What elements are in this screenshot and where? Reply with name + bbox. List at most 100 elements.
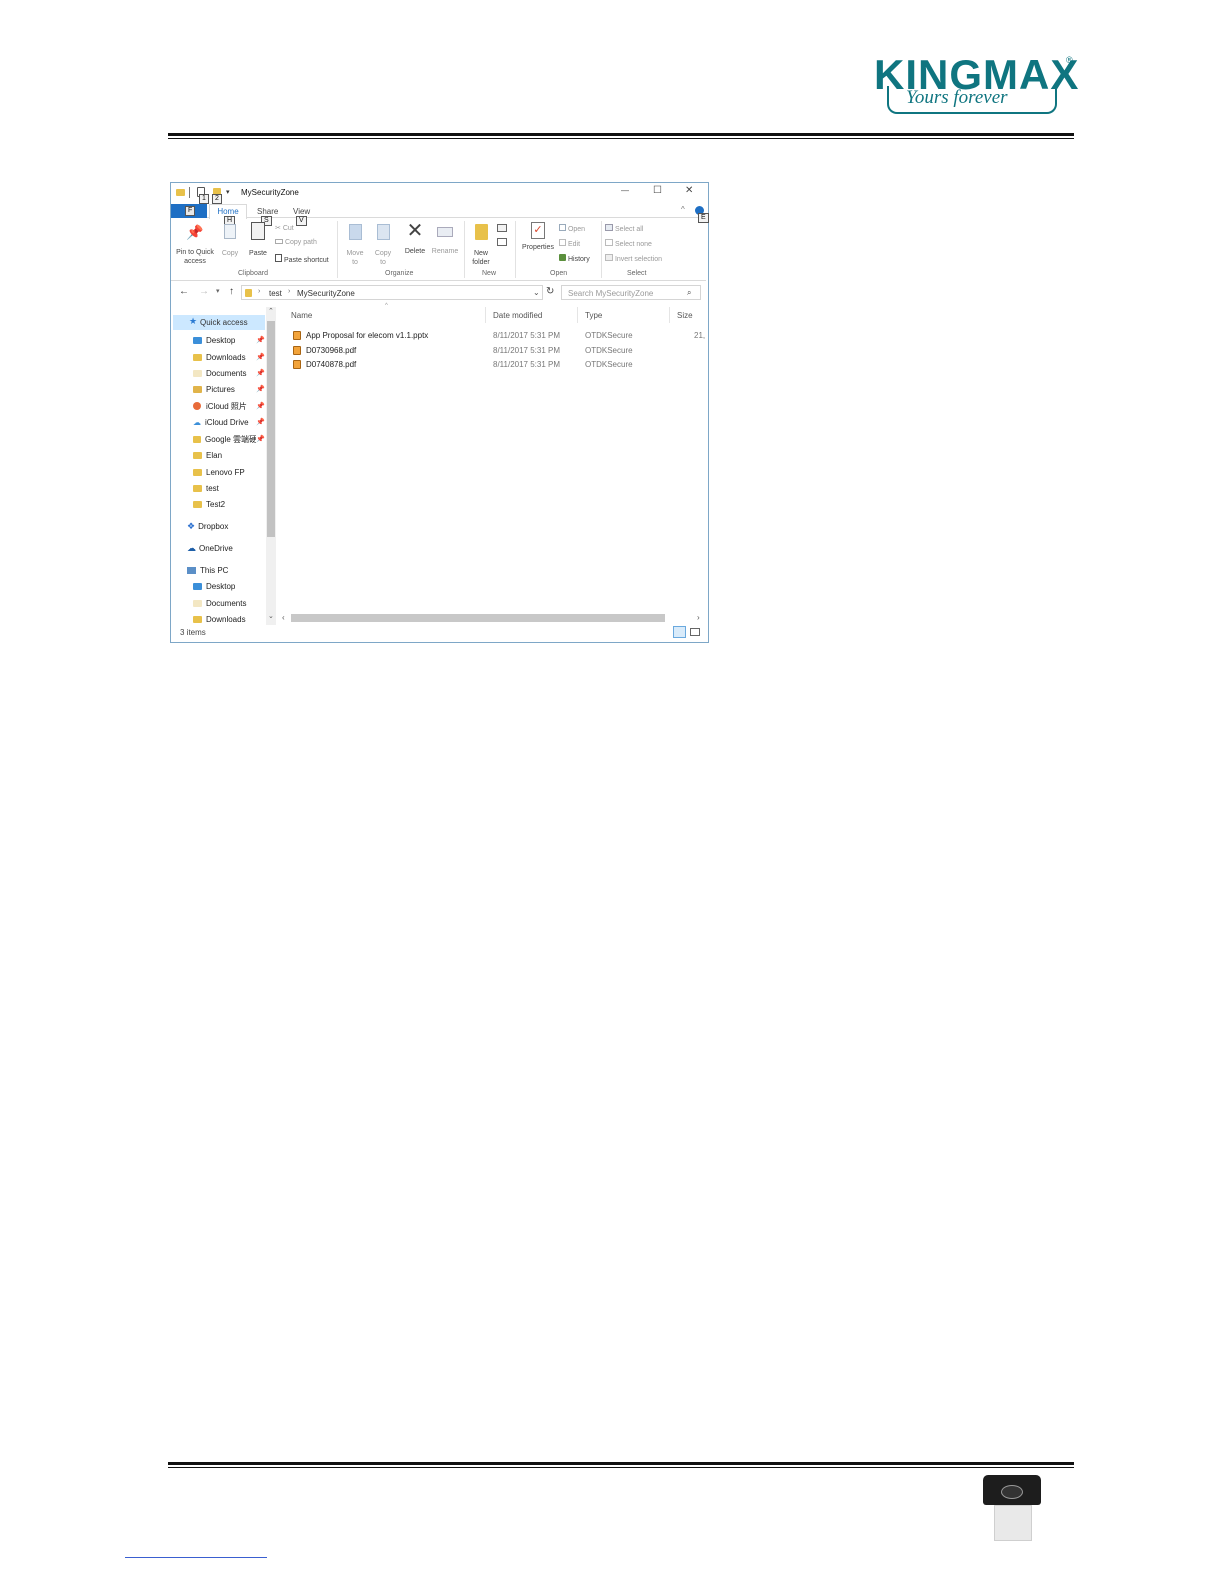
- select-all-label: Select all: [614, 226, 644, 233]
- scroll-right-icon[interactable]: ›: [697, 613, 700, 622]
- nav-item-pc-desktop[interactable]: Desktop: [193, 578, 265, 594]
- footer-rule-thick: [168, 1462, 1074, 1465]
- file-date: 8/11/2017 5:31 PM: [493, 360, 561, 369]
- select-all-button[interactable]: Select all: [605, 224, 643, 233]
- file-tab[interactable]: F: [171, 204, 207, 218]
- breadcrumb-mysecurityzone[interactable]: MySecurityZone: [297, 289, 355, 298]
- copy-to-button[interactable]: Copy to: [371, 224, 395, 267]
- recent-locations-icon[interactable]: ▾: [216, 287, 220, 295]
- column-header-date[interactable]: Date modified: [493, 311, 542, 320]
- quick-access-item[interactable]: ★ Quick access: [173, 315, 265, 330]
- paste-icon: [251, 222, 265, 240]
- column-header-type[interactable]: Type: [585, 311, 602, 320]
- desktop-folder-icon: [193, 582, 202, 590]
- nav-item-lenovo-fp[interactable]: Lenovo FP: [193, 464, 265, 480]
- new-group-label: New: [482, 270, 497, 277]
- nav-item-documents[interactable]: Documents 📌: [193, 365, 265, 381]
- paste-button[interactable]: Paste: [247, 222, 269, 257]
- close-button[interactable]: ✕: [685, 185, 693, 196]
- history-button[interactable]: History: [559, 254, 590, 263]
- large-icons-view-icon[interactable]: [690, 628, 700, 636]
- nav-item-pictures[interactable]: Pictures 📌: [193, 381, 265, 397]
- nav-item-downloads[interactable]: Downloads 📌: [193, 349, 265, 365]
- copy-path-button[interactable]: Copy path: [275, 239, 317, 246]
- horizontal-scrollbar[interactable]: ‹ ›: [279, 613, 706, 623]
- paste-shortcut-label: Paste shortcut: [283, 257, 329, 264]
- invert-selection-button[interactable]: Invert selection: [605, 254, 662, 263]
- file-row[interactable]: D0730968.pdf 8/11/2017 5:31 PM OTDKSecur…: [279, 344, 706, 358]
- nav-item-dropbox[interactable]: ❖ Dropbox: [187, 518, 265, 534]
- delete-button[interactable]: ✕ Delete: [401, 220, 429, 255]
- status-bar: 3 items: [171, 625, 706, 640]
- footer-link-underline[interactable]: [125, 1557, 267, 1558]
- nav-item-icloud-photos[interactable]: iCloud 照片 📌: [193, 398, 265, 414]
- column-divider: [669, 307, 670, 323]
- address-bar[interactable]: › test › MySecurityZone ⌄: [241, 285, 543, 300]
- maximize-button[interactable]: ☐: [653, 185, 662, 196]
- history-label: History: [567, 256, 590, 263]
- forward-arrow-icon[interactable]: →: [199, 286, 209, 297]
- nav-item-icloud-drive[interactable]: ☁ iCloud Drive 📌: [193, 414, 265, 430]
- nav-item-desktop[interactable]: Desktop 📌: [193, 332, 265, 348]
- nav-item-onedrive[interactable]: ☁ OneDrive: [187, 540, 265, 556]
- nav-item-google-drive[interactable]: Google 雲端硬碟 📌: [193, 431, 265, 447]
- nav-label: Lenovo FP: [206, 467, 245, 477]
- up-arrow-icon[interactable]: ↑: [229, 286, 234, 297]
- rename-button[interactable]: Rename: [431, 224, 459, 255]
- select-none-button[interactable]: Select none: [605, 239, 652, 248]
- address-folder-icon: [245, 289, 252, 297]
- folder-icon: [193, 468, 202, 476]
- tab-share[interactable]: Share: [257, 207, 278, 216]
- edit-button[interactable]: Edit: [559, 239, 580, 248]
- properties-label: Properties: [522, 244, 554, 251]
- back-arrow-icon[interactable]: ←: [179, 286, 189, 297]
- refresh-icon[interactable]: ↻: [546, 286, 554, 297]
- google-drive-folder-icon: [193, 435, 201, 443]
- easy-access-icon[interactable]: [497, 238, 507, 246]
- column-header-name[interactable]: Name: [291, 311, 312, 320]
- minimize-button[interactable]: —: [621, 186, 629, 195]
- nav-item-elan[interactable]: Elan: [193, 447, 265, 463]
- pin-icon: 📌: [256, 419, 265, 426]
- paste-shortcut-button[interactable]: Paste shortcut: [275, 254, 329, 264]
- toolbar-divider: [189, 187, 190, 198]
- pin-to-quick-access-button[interactable]: 📌 Pin to Quick access: [175, 224, 215, 270]
- scroll-down-icon[interactable]: ⌄: [268, 612, 274, 620]
- scroll-up-icon[interactable]: ⌃: [268, 307, 274, 315]
- nav-item-test[interactable]: test: [193, 480, 265, 496]
- column-header-size[interactable]: Size: [677, 311, 693, 320]
- collapse-ribbon-icon[interactable]: ^: [681, 205, 685, 214]
- nav-scrollbar-thumb[interactable]: [267, 321, 275, 537]
- ribbon-tab-strip: F Home H Share S View V ^ E: [171, 203, 709, 226]
- tab-view[interactable]: View: [293, 207, 310, 216]
- copy-button[interactable]: Copy: [219, 224, 241, 257]
- scroll-left-icon[interactable]: ‹: [282, 613, 285, 622]
- move-to-button[interactable]: Move to: [343, 224, 367, 267]
- search-input[interactable]: Search MySecurityZone ⌕: [561, 285, 701, 300]
- properties-button[interactable]: ✓ Properties: [519, 222, 557, 251]
- nav-item-test2[interactable]: Test2: [193, 496, 265, 512]
- header-rule-thick: [168, 133, 1074, 136]
- select-none-label: Select none: [614, 241, 652, 248]
- cut-button[interactable]: ✂ Cut: [275, 224, 294, 232]
- fingerprint-sensor-icon: [1001, 1485, 1023, 1499]
- ribbon-separator: [337, 221, 338, 278]
- status-item-count: 3 items: [180, 628, 206, 637]
- nav-label: Documents: [206, 598, 247, 608]
- nav-item-pc-documents[interactable]: Documents: [193, 595, 265, 611]
- horizontal-scrollbar-thumb[interactable]: [291, 614, 665, 622]
- nav-scrollbar[interactable]: ⌃ ⌄: [266, 307, 276, 625]
- nav-label: Test2: [206, 499, 226, 509]
- open-button[interactable]: Open: [559, 224, 585, 233]
- nav-item-this-pc[interactable]: This PC: [187, 562, 265, 578]
- search-icon: ⌕: [687, 288, 692, 297]
- file-row[interactable]: D0740878.pdf 8/11/2017 5:31 PM OTDKSecur…: [279, 358, 706, 372]
- chevron-down-icon[interactable]: ▾: [226, 188, 230, 196]
- file-row[interactable]: App Proposal for elecom v1.1.pptx 8/11/2…: [279, 329, 706, 343]
- details-view-icon[interactable]: [673, 626, 686, 638]
- new-folder-button[interactable]: New folder: [468, 224, 494, 267]
- new-item-icon[interactable]: [497, 224, 507, 232]
- address-dropdown-icon[interactable]: ⌄: [533, 288, 540, 297]
- breadcrumb-test[interactable]: test: [269, 289, 282, 298]
- ribbon: 📌 Pin to Quick access Copy Paste ✂ Cut C…: [171, 218, 706, 281]
